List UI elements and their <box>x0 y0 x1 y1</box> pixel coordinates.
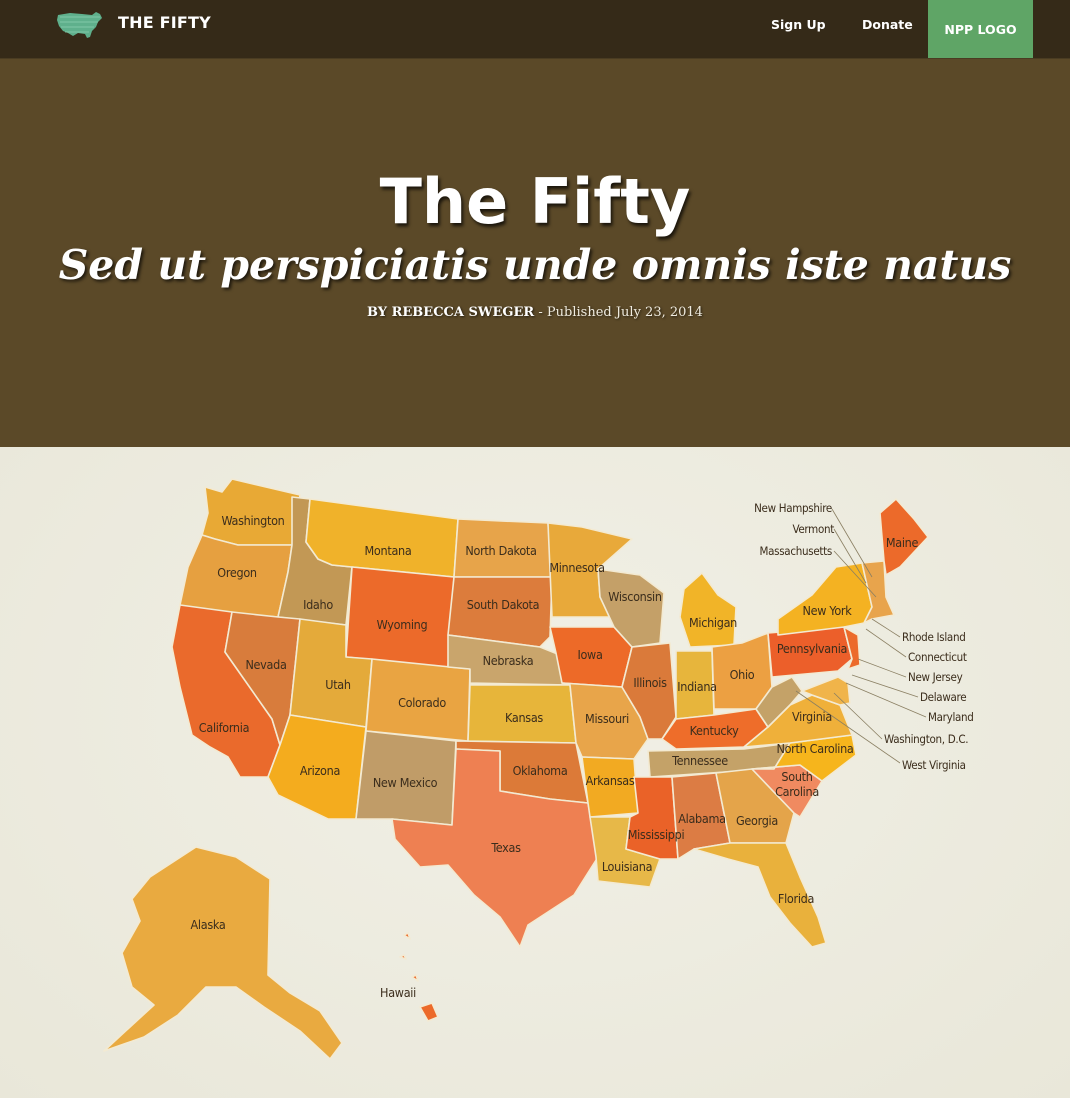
state-label-mississippi: Mississippi <box>628 827 685 842</box>
page-subtitle: Sed ut perspiciatis unde omnis iste natu… <box>58 241 1012 289</box>
state-label-michigan: Michigan <box>689 615 737 630</box>
us-map: Washington Oregon California Idaho Nevada Mon… <box>103 478 974 1060</box>
top-navigation-bar: THE FIFTY Sign Up Donate NPP LOGO <box>0 0 1070 59</box>
state-alaska[interactable] <box>103 846 343 1060</box>
state-label-north_dakota: North Dakota <box>465 543 536 558</box>
callout-label: Maryland <box>928 710 974 724</box>
callout-label: Vermont <box>792 522 834 536</box>
byline-date: - Published July 23, 2014 <box>534 305 703 320</box>
state-label-south_carolina: Carolina <box>775 784 819 799</box>
state-label-maine: Maine <box>886 535 919 550</box>
callout-label: Rhode Island <box>902 630 965 644</box>
callout-label: Washington, D.C. <box>884 732 968 746</box>
state-label-kentucky: Kentucky <box>690 723 739 738</box>
byline-author[interactable]: BY REBECCA SWEGER <box>367 305 534 320</box>
us-map-section: Washington Oregon California Idaho Nevada Mon… <box>0 447 1070 1098</box>
state-label-ohio: Ohio <box>730 667 755 682</box>
state-hawaii[interactable] <box>399 932 439 1022</box>
callout-label: Connecticut <box>908 650 967 664</box>
state-label-iowa: Iowa <box>577 647 602 662</box>
callout-label: New Jersey <box>908 670 963 684</box>
state-label-minnesota: Minnesota <box>549 560 604 575</box>
state-washington[interactable] <box>201 478 301 546</box>
state-label-washington: Washington <box>221 513 284 528</box>
site-title[interactable]: THE FIFTY <box>118 13 211 32</box>
state-label-south_carolina: South <box>781 769 812 784</box>
state-label-new_york: New York <box>803 603 853 618</box>
state-label-oregon: Oregon <box>217 565 257 580</box>
state-label-utah: Utah <box>325 677 351 692</box>
state-label-louisiana: Louisiana <box>602 859 652 874</box>
callout-label: New Hampshire <box>754 501 832 515</box>
state-label-tennessee: Tennessee <box>671 753 728 768</box>
state-label-new_mexico: New Mexico <box>373 775 438 790</box>
state-label-indiana: Indiana <box>677 679 717 694</box>
state-label-idaho: Idaho <box>303 597 333 612</box>
usa-map-icon[interactable] <box>56 9 104 41</box>
state-label-kansas: Kansas <box>505 710 543 725</box>
hero-banner: The Fifty Sed ut perspiciatis unde omnis… <box>0 59 1070 447</box>
state-label-missouri: Missouri <box>585 711 629 726</box>
byline: BY REBECCA SWEGER - Published July 23, 2… <box>0 305 1070 320</box>
state-label-virginia: Virginia <box>792 709 832 724</box>
callout-label: Delaware <box>920 690 966 704</box>
state-new_york[interactable] <box>777 562 873 636</box>
state-label-arizona: Arizona <box>300 763 340 778</box>
state-label-wyoming: Wyoming <box>377 617 428 632</box>
page-title: The Fifty <box>379 165 691 238</box>
state-label-wisconsin: Wisconsin <box>608 589 662 604</box>
npp-logo-button[interactable]: NPP LOGO <box>928 0 1033 58</box>
callout-label: West Virginia <box>902 758 966 772</box>
state-label-alaska: Alaska <box>191 917 226 932</box>
state-label-montana: Montana <box>365 543 412 558</box>
state-label-hawaii: Hawaii <box>380 985 416 1000</box>
state-label-illinois: Illinois <box>633 675 667 690</box>
state-label-alabama: Alabama <box>678 811 726 826</box>
state-label-pennsylvania: Pennsylvania <box>777 641 847 656</box>
state-label-california: California <box>199 720 249 735</box>
state-label-georgia: Georgia <box>736 813 778 828</box>
state-label-nevada: Nevada <box>245 657 286 672</box>
state-label-north_carolina: North Carolina <box>776 741 853 756</box>
donate-link[interactable]: Donate <box>862 17 913 32</box>
sign-up-link[interactable]: Sign Up <box>771 17 826 32</box>
state-label-florida: Florida <box>778 891 814 906</box>
state-michigan[interactable] <box>679 572 737 648</box>
state-label-oklahoma: Oklahoma <box>513 763 568 778</box>
state-label-south_dakota: South Dakota <box>467 597 539 612</box>
state-label-arkansas: Arkansas <box>586 773 635 788</box>
state-label-texas: Texas <box>490 840 521 855</box>
callout-label: Massachusetts <box>759 544 832 558</box>
state-label-nebraska: Nebraska <box>483 653 534 668</box>
state-label-colorado: Colorado <box>398 695 446 710</box>
